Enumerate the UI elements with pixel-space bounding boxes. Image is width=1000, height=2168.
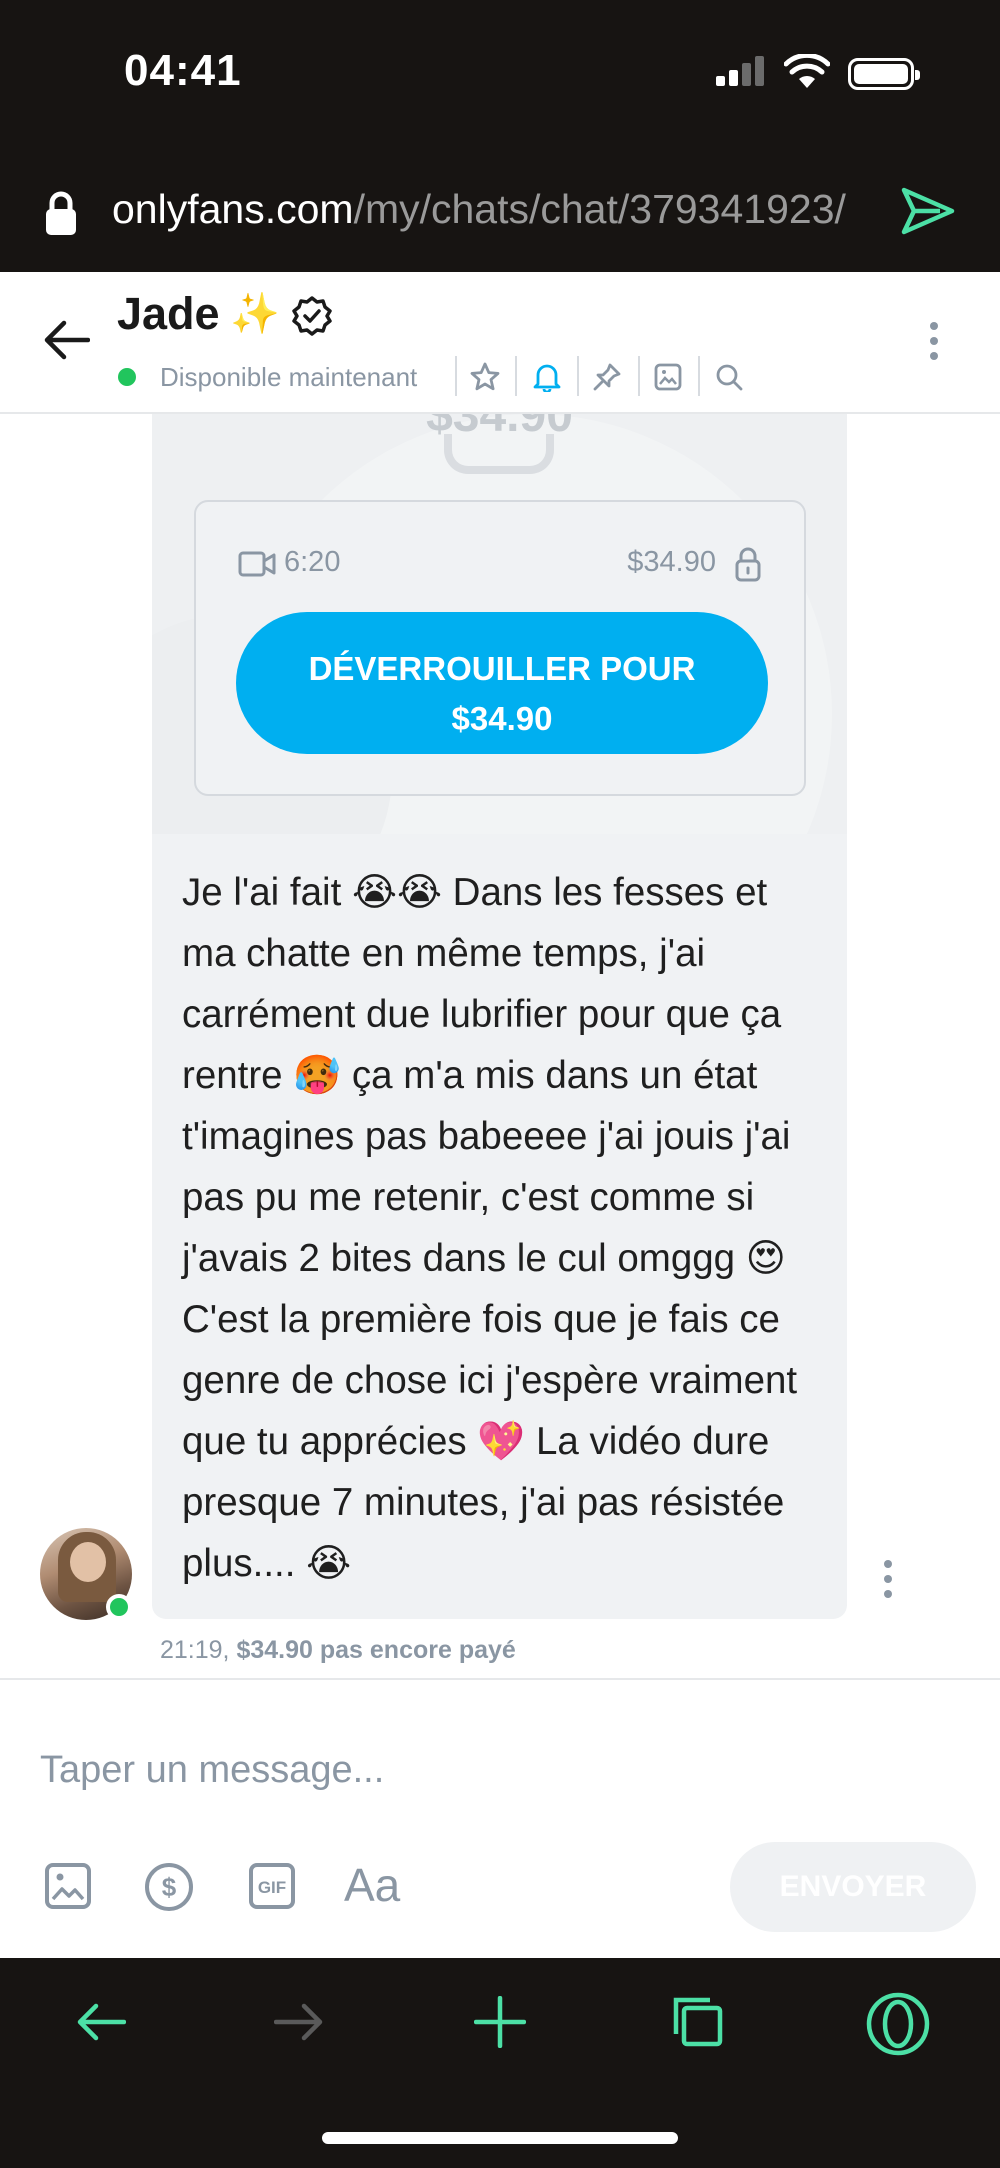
cellular-signal-icon	[716, 56, 764, 86]
avatar-online-dot	[106, 1594, 132, 1620]
online-status-dot	[118, 368, 136, 386]
bell-icon[interactable]	[532, 362, 562, 397]
locked-media-preview[interactable]: $34.90 6:20 $34.90 DÉVERROUILLER POUR $34…	[152, 414, 847, 834]
more-options-icon[interactable]	[930, 322, 938, 367]
search-icon[interactable]	[714, 362, 744, 397]
message-text: Je l'ai fait 😭😭 Dans les fesses et ma ch…	[182, 871, 798, 1585]
lock-icon	[734, 546, 762, 587]
back-icon[interactable]	[76, 2002, 127, 2047]
divider	[515, 356, 517, 396]
star-icon[interactable]	[470, 362, 500, 397]
divider	[698, 356, 700, 396]
opera-icon[interactable]	[866, 1992, 930, 2061]
image-icon[interactable]	[653, 362, 683, 397]
battery-icon	[848, 58, 920, 90]
send-button[interactable]: ENVOYER	[730, 1842, 976, 1932]
url-path: /my/chats/chat/379341923/	[353, 186, 846, 232]
image-icon[interactable]	[44, 1862, 92, 1915]
verified-badge-icon	[292, 296, 332, 341]
divider	[577, 356, 579, 396]
url-text[interactable]: onlyfans.com/my/chats/chat/379341923/	[112, 186, 846, 233]
ghost-shape	[444, 434, 554, 474]
dollar-icon[interactable]: $	[144, 1862, 194, 1917]
gif-icon[interactable]: GIF	[248, 1862, 296, 1915]
divider	[455, 356, 457, 396]
availability-status: Disponible maintenant	[160, 362, 418, 392]
svg-text:GIF: GIF	[258, 1878, 286, 1897]
unlock-price: $34.90	[451, 700, 553, 737]
unlock-button[interactable]: DÉVERROUILLER POUR $34.90	[236, 612, 768, 754]
share-send-icon[interactable]	[900, 186, 956, 241]
status-time: 04:41	[124, 46, 242, 95]
message-time: 21:19,	[160, 1636, 230, 1664]
contact-name[interactable]: Jade	[117, 288, 220, 340]
sparkles-emoji: ✨	[230, 292, 280, 336]
video-camera-icon	[238, 550, 276, 583]
card-price: $34.90	[627, 546, 716, 578]
message-options-icon[interactable]	[884, 1560, 892, 1605]
message-bubble: $34.90 6:20 $34.90 DÉVERROUILLER POUR $34…	[152, 414, 847, 1619]
pin-icon[interactable]	[592, 362, 622, 397]
home-indicator	[322, 2132, 678, 2144]
video-duration: 6:20	[284, 546, 341, 578]
divider	[638, 356, 640, 396]
ppv-card: 6:20 $34.90 DÉVERROUILLER POUR $34.90	[194, 500, 806, 796]
text-format-icon[interactable]: Aa	[344, 1858, 400, 1912]
plus-icon[interactable]	[473, 1995, 527, 2053]
lock-icon	[44, 190, 78, 241]
tabs-icon[interactable]	[672, 1996, 724, 2053]
url-host: onlyfans.com	[112, 186, 354, 232]
forward-icon	[273, 2002, 324, 2047]
unlock-label: DÉVERROUILLER POUR	[308, 650, 696, 687]
payment-status: $34.90 pas encore payé	[236, 1636, 516, 1664]
svg-text:$: $	[162, 1872, 177, 1902]
wifi-icon	[783, 52, 831, 93]
message-meta: 21:19, $34.90 pas encore payé	[160, 1636, 516, 1665]
message-input[interactable]	[40, 1740, 940, 1800]
status-bar: 04:41	[0, 0, 1000, 150]
back-arrow-icon[interactable]	[44, 320, 91, 365]
